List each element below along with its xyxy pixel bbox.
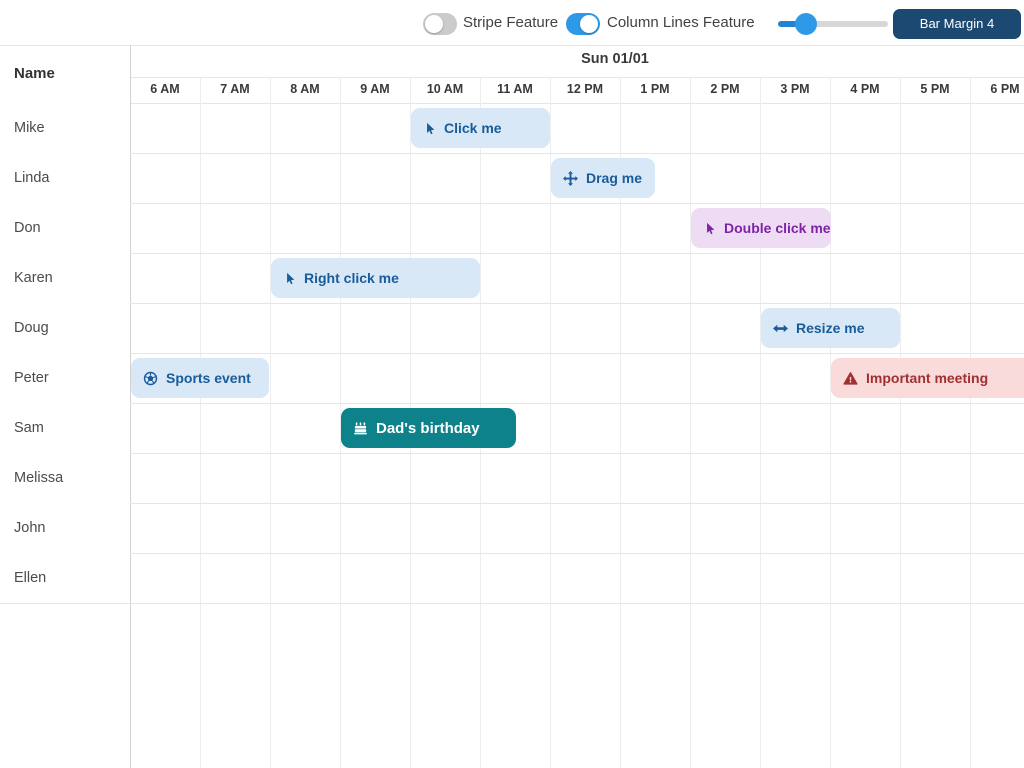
event-sports-event[interactable]: Sports event <box>131 358 269 398</box>
toggle-knob <box>580 15 598 33</box>
move-icon <box>563 171 578 186</box>
pointer-icon <box>283 272 296 285</box>
resize-icon <box>773 321 788 336</box>
pointer-icon <box>423 122 436 135</box>
time-header-6-pm: 6 PM <box>970 77 1024 103</box>
sports-ball-icon <box>143 371 158 386</box>
event-label: Important meeting <box>866 370 988 386</box>
resource-row-sam[interactable]: Sam <box>0 403 130 453</box>
header-bottom-border <box>0 103 1024 104</box>
column-line <box>900 77 901 768</box>
row-line <box>0 503 1024 504</box>
warning-icon <box>843 371 858 386</box>
pointer-icon <box>703 222 716 235</box>
slider-thumb[interactable] <box>795 13 817 35</box>
column-line <box>270 77 271 768</box>
cake-icon <box>353 421 368 436</box>
row-line <box>0 203 1024 204</box>
time-header-12-pm: 12 PM <box>550 77 620 103</box>
row-line <box>0 553 1024 554</box>
column-lines-feature-label: Column Lines Feature <box>607 0 755 45</box>
time-header-4-pm: 4 PM <box>830 77 900 103</box>
scheduler-app: Stripe Feature Column Lines Feature Bar … <box>0 0 1024 768</box>
event-label: Sports event <box>166 370 251 386</box>
time-header-9-am: 9 AM <box>340 77 410 103</box>
event-right-click-me[interactable]: Right click me <box>271 258 480 298</box>
row-line <box>0 453 1024 454</box>
date-header: Sun 01/01 <box>530 51 700 67</box>
bar-margin-tooltip: Bar Margin 4 <box>893 9 1021 39</box>
header-top-border <box>0 45 1024 46</box>
resource-row-ellen[interactable]: Ellen <box>0 553 130 603</box>
event-label: Dad's birthday <box>376 420 480 437</box>
column-line <box>830 77 831 768</box>
event-dad-s-birthday[interactable]: Dad's birthday <box>341 408 516 448</box>
column-lines-feature-toggle[interactable] <box>566 13 600 35</box>
time-header-8-am: 8 AM <box>270 77 340 103</box>
time-header-3-pm: 3 PM <box>760 77 830 103</box>
time-header-11-am: 11 AM <box>480 77 550 103</box>
resource-row-don[interactable]: Don <box>0 203 130 253</box>
stripe-feature-label: Stripe Feature <box>463 0 558 45</box>
name-column-header: Name <box>14 45 55 103</box>
column-line <box>200 77 201 768</box>
time-header-7-am: 7 AM <box>200 77 270 103</box>
event-label: Click me <box>444 120 502 136</box>
event-label: Double click me <box>724 220 831 236</box>
event-resize-me[interactable]: Resize me <box>761 308 900 348</box>
time-header-10-am: 10 AM <box>410 77 480 103</box>
event-label: Drag me <box>586 170 642 186</box>
row-line <box>0 403 1024 404</box>
row-line <box>0 353 1024 354</box>
row-line <box>0 303 1024 304</box>
row-line <box>0 603 1024 604</box>
resource-row-peter[interactable]: Peter <box>0 353 130 403</box>
event-drag-me[interactable]: Drag me <box>551 158 655 198</box>
row-line <box>0 253 1024 254</box>
bar-margin-tooltip-label: Bar Margin 4 <box>920 16 994 31</box>
resource-row-linda[interactable]: Linda <box>0 153 130 203</box>
stripe-feature-toggle[interactable] <box>423 13 457 35</box>
time-header-2-pm: 2 PM <box>690 77 760 103</box>
event-label: Right click me <box>304 270 399 286</box>
time-header-1-pm: 1 PM <box>620 77 690 103</box>
event-label: Resize me <box>796 320 864 336</box>
event-double-click-me[interactable]: Double click me <box>691 208 831 248</box>
resource-row-mike[interactable]: Mike <box>0 103 130 153</box>
resource-row-karen[interactable]: Karen <box>0 253 130 303</box>
resource-row-melissa[interactable]: Melissa <box>0 453 130 503</box>
column-line <box>690 77 691 768</box>
resource-row-john[interactable]: John <box>0 503 130 553</box>
toolbar: Stripe Feature Column Lines Feature Bar … <box>0 0 1024 45</box>
time-header-6-am: 6 AM <box>130 77 200 103</box>
column-line <box>760 77 761 768</box>
resource-row-doug[interactable]: Doug <box>0 303 130 353</box>
event-important-meeting[interactable]: Important meeting <box>831 358 1024 398</box>
toggle-knob <box>425 15 443 33</box>
time-header-5-pm: 5 PM <box>900 77 970 103</box>
event-click-me[interactable]: Click me <box>411 108 550 148</box>
column-line <box>970 77 971 768</box>
row-line <box>0 153 1024 154</box>
